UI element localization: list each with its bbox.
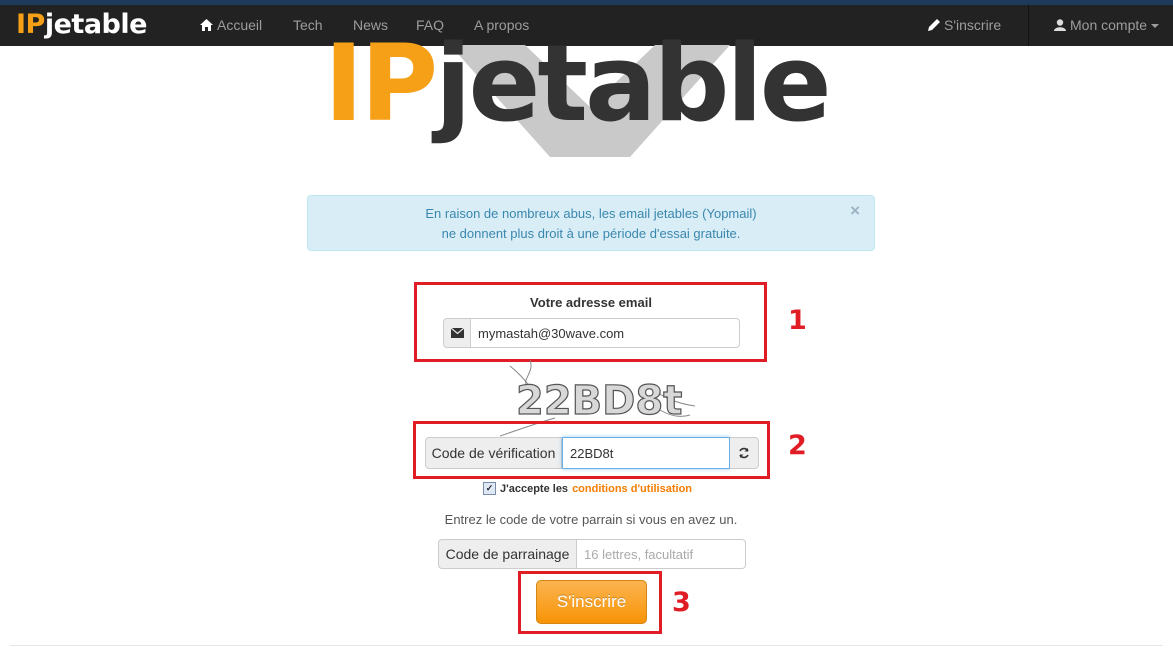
user-icon [1054,18,1066,34]
envelope-icon [443,318,471,348]
nav-divider [1028,5,1029,46]
nav-item-tech[interactable]: Tech [293,17,323,33]
email-label: Votre adresse email [530,295,652,310]
brand-rest: jetable [44,9,148,40]
nav-item-accueil-label: Accueil [217,17,263,33]
email-field[interactable]: mymastah@30wave.com [471,318,740,348]
referral-label: Code de parrainage [438,539,577,569]
nav-signup-label: S'inscrire [944,17,1002,33]
annotation-number-3: 3 [672,587,691,618]
alert-line-1: En raison de nombreux abus, les email je… [425,206,757,221]
verification-label: Code de vérification [425,437,562,469]
logo-text: IPjetable [324,25,832,143]
logo-rest: jetable [435,22,832,145]
account-label: Mon compte [1070,17,1148,33]
chevron-down-icon [1151,24,1160,28]
refresh-captcha-button[interactable] [730,437,759,469]
close-icon[interactable]: × [850,202,860,219]
logo-ip: IP [324,22,438,145]
email-input-group: mymastah@30wave.com [443,318,740,348]
referral-code-input[interactable]: 16 lettres, facultatif [577,539,746,569]
brand-ip: IP [16,9,45,40]
terms-row: ✓ J'accepte les conditions d'utilisation [483,482,692,495]
site-logo: IPjetable [320,25,860,160]
refresh-icon [739,447,749,459]
terms-link[interactable]: conditions d'utilisation [572,483,692,495]
captcha-text: 22BD8t [516,378,682,424]
alert-line-2: ne donnent plus droit à une période d'es… [441,226,741,241]
home-icon [200,18,213,34]
terms-checkbox[interactable]: ✓ [483,482,496,495]
verification-code-input[interactable]: 22BD8t [562,437,730,469]
pencil-icon [928,18,940,34]
account-dropdown[interactable]: Mon compte [1054,17,1160,34]
nav-signup-link[interactable]: S'inscrire [928,17,1001,34]
signup-submit-button[interactable]: S'inscrire [536,580,647,624]
nav-item-accueil[interactable]: Accueil [200,17,262,34]
referral-input-group: Code de parrainage 16 lettres, facultati… [438,539,746,569]
referral-instructions: Entrez le code de votre parrain si vous … [444,512,738,527]
annotation-number-2: 2 [788,430,807,461]
footer-divider [10,645,1163,646]
terms-prefix: J'accepte les [500,482,569,495]
brand-logo[interactable]: IPjetable [16,9,147,40]
verification-input-group: Code de vérification 22BD8t [425,437,759,469]
info-alert: En raison de nombreux abus, les email je… [307,195,875,251]
annotation-number-1: 1 [788,305,807,336]
